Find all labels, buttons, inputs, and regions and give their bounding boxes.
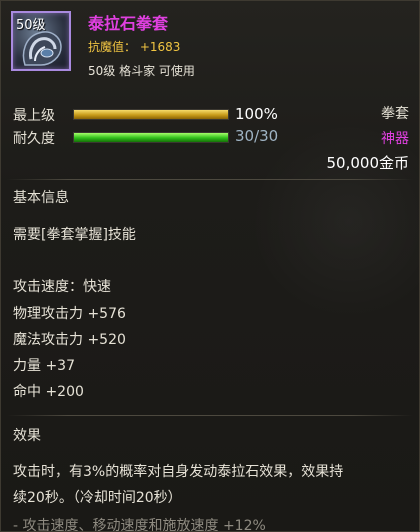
stat-physical-attack: 物理攻击力 +576	[13, 306, 126, 322]
durability-value: 30/30	[235, 127, 279, 145]
stat-hit: 命中 +200	[13, 384, 84, 400]
magic-resist-stat: 抗魔值： +1683	[88, 40, 181, 54]
effect-line-3: - 攻击速度、移动速度和施放速度 +12%	[13, 518, 266, 532]
stat-strength: 力量 +37	[13, 358, 75, 374]
tooltip-header: 50级 泰拉石拳套 抗魔值： +1683 50级 格斗家 可使用	[1, 1, 419, 89]
skill-requirement: 需要[拳套掌握]技能	[13, 227, 136, 243]
item-icon-frame: 50级	[11, 11, 71, 71]
item-type: 拳套	[381, 106, 409, 122]
item-tooltip: 50级 泰拉石拳套 抗魔值： +1683 50级 格斗家 可使用 最上级 100…	[0, 0, 420, 532]
durability-bar	[73, 132, 229, 143]
background-emblem	[249, 121, 419, 321]
grade-label: 最上级	[13, 108, 55, 124]
grade-bar-fill	[74, 110, 228, 119]
durability-bar-fill	[74, 133, 228, 142]
divider-2	[7, 415, 413, 416]
item-requirement: 50级 格斗家 可使用	[88, 64, 195, 78]
effect-line-2: 续20秒。（冷却时间20秒）	[13, 490, 182, 506]
item-name: 泰拉石拳套	[88, 14, 169, 33]
divider-1	[7, 179, 413, 180]
item-price: 50,000金币	[326, 154, 410, 172]
grade-value: 100%	[235, 105, 278, 123]
basic-info-title: 基本信息	[13, 190, 69, 206]
durability-label: 耐久度	[13, 131, 55, 147]
item-rarity: 神器	[381, 131, 409, 147]
stat-magic-attack: 魔法攻击力 +520	[13, 332, 126, 348]
grade-bar	[73, 109, 229, 120]
stat-attack-speed: 攻击速度：快速	[13, 279, 111, 295]
effect-title: 效果	[13, 428, 41, 444]
effect-line-1: 攻击时，有3%的概率对自身发动泰拉石效果，效果持	[13, 464, 344, 480]
gauntlet-icon	[22, 31, 62, 66]
